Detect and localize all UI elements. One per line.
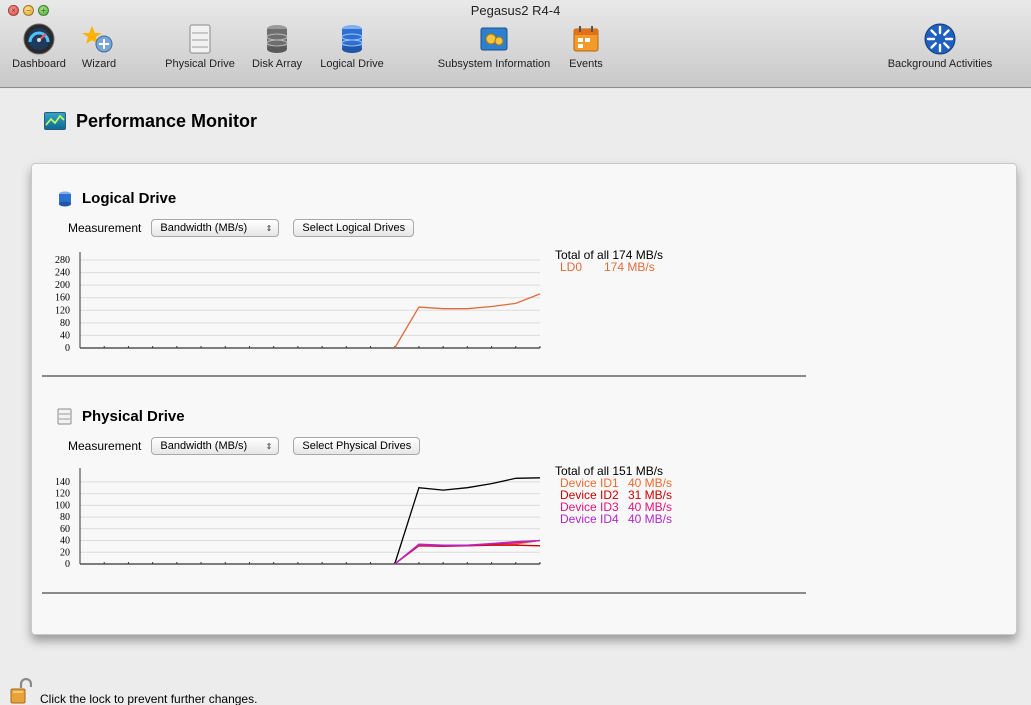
series-line-device-id2 bbox=[394, 544, 541, 565]
y-tick-label: 200 bbox=[55, 280, 70, 291]
wizard-icon bbox=[82, 22, 116, 56]
physical-measurement-row: Measurement Bandwidth (MB/s) ⇕ Select Ph… bbox=[68, 437, 421, 455]
performance-panel: Logical Drive Measurement Bandwidth (MB/… bbox=[31, 163, 1017, 635]
toolbar-subsystem-information[interactable]: Subsystem Information bbox=[430, 22, 558, 70]
footer-lock-message: Click the lock to prevent further change… bbox=[40, 692, 258, 705]
logical-drive-section-title: Logical Drive bbox=[58, 190, 176, 207]
logical-measurement-row: Measurement Bandwidth (MB/s) ⇕ Select Lo… bbox=[68, 219, 415, 237]
select-logical-drives-button[interactable]: Select Logical Drives bbox=[293, 219, 415, 237]
toolbar-wizard[interactable]: Wizard bbox=[76, 22, 122, 70]
physical-measurement-select[interactable]: Bandwidth (MB/s) ⇕ bbox=[151, 437, 280, 455]
y-tick-label: 240 bbox=[55, 268, 70, 279]
physical-drive-legend: Total of all 151 MB/s Device ID1 40 MB/s… bbox=[555, 465, 672, 525]
y-tick-label: 120 bbox=[55, 489, 70, 500]
physical-drive-icon bbox=[57, 408, 72, 425]
toolbar-events-label: Events bbox=[569, 58, 603, 70]
y-tick-label: 100 bbox=[55, 500, 70, 511]
logical-drive-legend: Total of all 174 MB/s LD0 174 MB/s bbox=[555, 249, 663, 273]
logical-measurement-select[interactable]: Bandwidth (MB/s) ⇕ bbox=[151, 219, 280, 237]
legend-device-id4-value: 40 MB/s bbox=[628, 512, 673, 526]
physical-drive-chart-svg: 020406080100120140 bbox=[55, 468, 541, 570]
y-tick-label: 60 bbox=[60, 524, 70, 535]
toolbar-events[interactable]: Events bbox=[566, 22, 606, 70]
logical-drive-chart: 0 40 80 120 160 200 240 280 bbox=[32, 246, 552, 356]
legend-item-ld0: LD0 174 MB/s bbox=[560, 261, 663, 273]
logical-drive-chart-svg: 0 4080 120160 200240 280 bbox=[55, 252, 541, 354]
legend-ld0-value: 174 MB/s bbox=[604, 260, 655, 274]
toolbar-physical-drive-label: Physical Drive bbox=[165, 58, 235, 70]
toolbar-logical-drive[interactable]: Logical Drive bbox=[313, 22, 391, 70]
subsystem-info-icon bbox=[477, 22, 511, 56]
y-tick-label: 80 bbox=[60, 512, 70, 523]
y-tick-label: 160 bbox=[55, 293, 70, 304]
toolbar-dashboard-label: Dashboard bbox=[12, 58, 66, 70]
physical-drive-icon bbox=[183, 22, 217, 56]
window-title: Pegasus2 R4-4 bbox=[470, 3, 561, 18]
lock-icon[interactable] bbox=[10, 677, 33, 704]
y-tick-label: 20 bbox=[60, 547, 70, 558]
y-tick-label: 80 bbox=[60, 318, 70, 329]
legend-item-device-id4: Device ID4 40 MB/s bbox=[560, 513, 672, 525]
chevron-updown-icon: ⇕ bbox=[265, 441, 273, 451]
toolbar-disk-array-label: Disk Array bbox=[251, 58, 303, 70]
logical-measurement-value: Bandwidth (MB/s) bbox=[160, 222, 248, 234]
physical-measurement-label: Measurement bbox=[68, 439, 142, 453]
dashboard-gauge-icon bbox=[22, 22, 56, 56]
y-tick-label: 120 bbox=[55, 305, 70, 316]
y-tick-label: 40 bbox=[60, 536, 70, 547]
events-calendar-icon bbox=[569, 22, 603, 56]
section-divider bbox=[42, 375, 806, 377]
toolbar-subsystem-information-label: Subsystem Information bbox=[437, 58, 551, 70]
physical-drive-title: Physical Drive bbox=[82, 408, 185, 425]
toolbar-background-activities-label: Background Activities bbox=[887, 58, 993, 70]
legend-ld0-name: LD0 bbox=[560, 260, 583, 274]
physical-drive-section-title: Physical Drive bbox=[57, 408, 185, 425]
physical-drive-chart: 0 20 40 60 80 100 120 140 bbox=[32, 462, 552, 572]
toolbar-disk-array[interactable]: Disk Array bbox=[246, 22, 308, 70]
toolbar-wizard-label: Wizard bbox=[81, 58, 117, 70]
logical-drive-icon bbox=[59, 191, 71, 206]
y-tick-label: 140 bbox=[55, 477, 70, 488]
logical-measurement-label: Measurement bbox=[68, 221, 142, 235]
toolbar-logical-drive-label: Logical Drive bbox=[320, 58, 384, 70]
toolbar-background-activities[interactable]: Background Activities bbox=[870, 22, 1010, 70]
y-tick-label: 0 bbox=[65, 343, 70, 354]
physical-measurement-value: Bandwidth (MB/s) bbox=[160, 440, 248, 452]
background-activities-icon bbox=[923, 22, 957, 56]
window-toolbar: × − + Pegasus2 R4-4 Dashboard Wizard Phy… bbox=[0, 0, 1031, 88]
page-header: Performance Monitor bbox=[44, 109, 257, 133]
footer-bar: Click the lock to prevent further change… bbox=[0, 676, 1031, 705]
legend-device-id4-name: Device ID4 bbox=[560, 512, 619, 526]
toolbar-dashboard[interactable]: Dashboard bbox=[8, 22, 70, 70]
chevron-updown-icon: ⇕ bbox=[265, 223, 273, 233]
y-tick-label: 0 bbox=[65, 559, 70, 570]
disk-array-icon bbox=[260, 22, 294, 56]
performance-monitor-icon bbox=[44, 112, 66, 130]
section-divider bbox=[42, 592, 806, 594]
select-physical-drives-button[interactable]: Select Physical Drives bbox=[293, 437, 421, 455]
y-tick-label: 280 bbox=[55, 255, 70, 266]
logical-drive-title: Logical Drive bbox=[82, 190, 177, 207]
series-line-ld0 bbox=[394, 293, 541, 349]
logical-drive-icon bbox=[335, 22, 369, 56]
y-tick-label: 40 bbox=[60, 330, 70, 341]
page-title: Performance Monitor bbox=[76, 110, 258, 131]
toolbar-physical-drive[interactable]: Physical Drive bbox=[160, 22, 240, 70]
series-line-total bbox=[394, 477, 541, 565]
main-content: Performance Monitor Logical Drive Measur… bbox=[0, 89, 1031, 705]
